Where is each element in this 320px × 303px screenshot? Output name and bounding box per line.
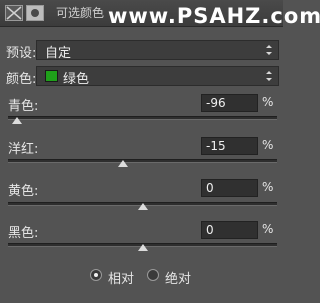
yellow-input[interactable]: 0	[201, 179, 258, 197]
absolute-radio-option[interactable]: 绝对	[147, 268, 197, 287]
color-dropdown[interactable]: 绿色	[36, 66, 279, 87]
absolute-radio[interactable]	[147, 269, 159, 281]
preset-label: 预设:	[6, 46, 37, 61]
dropdown-arrows-icon	[266, 71, 272, 81]
black-label: 黑色:	[8, 226, 39, 241]
absolute-label: 绝对	[165, 272, 192, 287]
yellow-slider-thumb[interactable]	[137, 203, 148, 210]
cyan-value: -96	[206, 96, 226, 110]
magenta-label: 洋红:	[8, 142, 39, 157]
magenta-slider-track[interactable]	[8, 159, 277, 163]
magenta-value: -15	[206, 139, 226, 153]
relative-radio[interactable]	[90, 269, 102, 281]
adjustment-layer-icon[interactable]	[5, 5, 23, 21]
black-unit: %	[262, 222, 274, 236]
black-slider-thumb[interactable]	[137, 244, 148, 251]
color-swatch-icon	[45, 70, 58, 82]
panel-title: 可选颜色	[56, 6, 105, 20]
cyan-unit: %	[262, 95, 274, 109]
cyan-slider-thumb[interactable]	[12, 117, 23, 124]
relative-label: 相对	[108, 272, 135, 287]
cyan-label: 青色:	[8, 99, 39, 114]
magenta-unit: %	[262, 138, 274, 152]
dropdown-arrows-icon	[266, 45, 272, 55]
black-input[interactable]: 0	[201, 221, 258, 239]
preset-dropdown[interactable]: 自定	[36, 40, 279, 61]
magenta-slider-thumb[interactable]	[117, 160, 128, 167]
watermark-text: www.PSAHZ.com	[108, 4, 320, 28]
radio-selected-dot	[94, 273, 98, 277]
yellow-unit: %	[262, 180, 274, 194]
preset-value: 自定	[45, 46, 72, 61]
relative-radio-option[interactable]: 相对	[90, 268, 140, 287]
panel-header: 可选颜色 www.PSAHZ.com	[0, 0, 320, 28]
color-value: 绿色	[63, 72, 90, 87]
cyan-input[interactable]: -96	[201, 94, 258, 112]
layer-mask-icon[interactable]	[26, 5, 44, 21]
color-label: 颜色:	[6, 72, 37, 87]
magenta-input[interactable]: -15	[201, 137, 258, 155]
cyan-slider-track[interactable]	[8, 116, 277, 120]
black-value: 0	[206, 223, 214, 237]
yellow-value: 0	[206, 181, 214, 195]
yellow-label: 黄色:	[8, 184, 39, 199]
